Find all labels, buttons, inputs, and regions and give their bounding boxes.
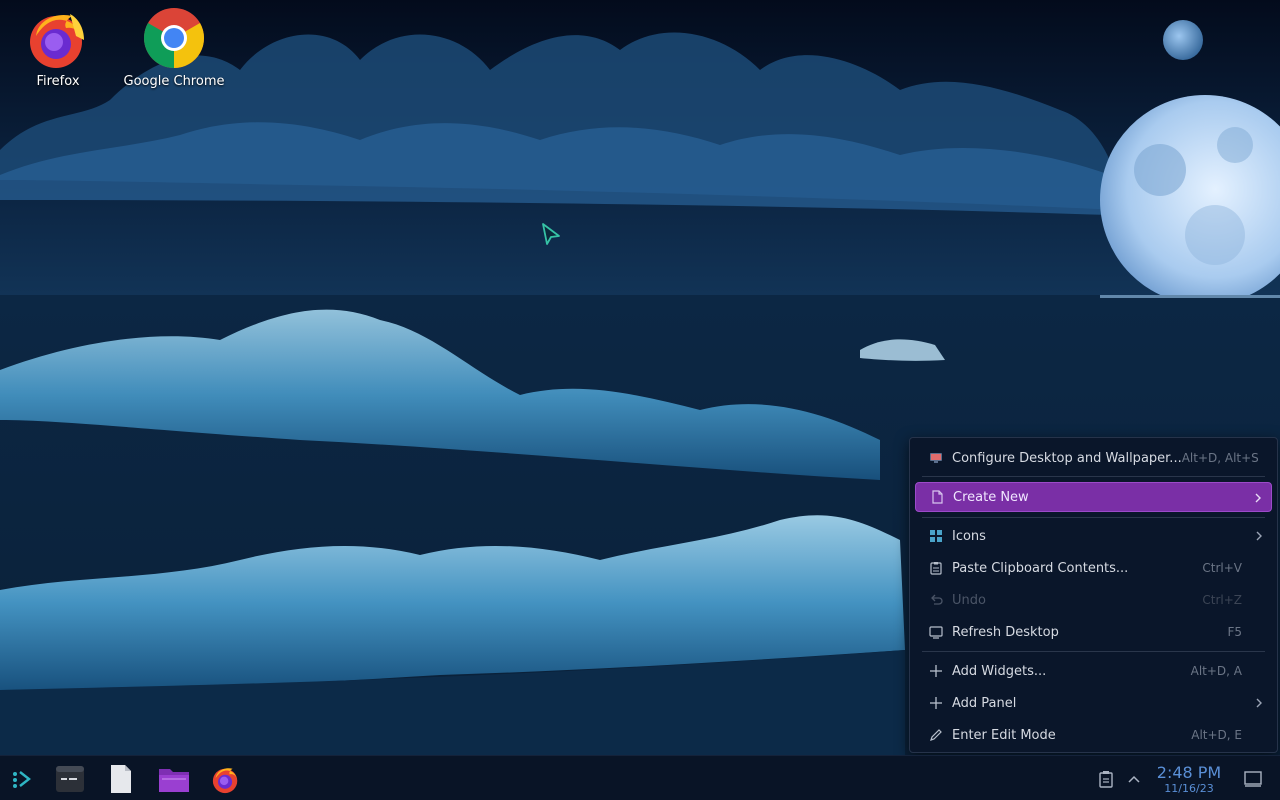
menu-item-shortcut: F5	[1227, 625, 1242, 639]
icons-grid-icon	[930, 530, 942, 542]
desktop-context-menu: Configure Desktop and Wallpaper... Alt+D…	[909, 437, 1278, 753]
chevron-right-icon	[1256, 698, 1262, 708]
mouse-pointer-icon	[542, 223, 560, 245]
text-editor-icon	[111, 765, 131, 793]
firefox-icon	[212, 768, 238, 794]
chevron-up-icon	[1128, 775, 1140, 783]
menu-item-label: Configure Desktop and Wallpaper...	[952, 450, 1182, 466]
application-launcher-button[interactable]	[4, 761, 40, 797]
plus-icon	[930, 697, 942, 709]
desktop-icon-firefox[interactable]: Firefox	[3, 6, 113, 89]
plus-icon	[930, 665, 942, 677]
clock-time: 2:48 PM	[1156, 763, 1222, 782]
taskbar-text-editor[interactable]	[103, 761, 139, 797]
taskbar-terminal[interactable]	[52, 761, 88, 797]
taskbar: 2:48 PM 11/16/23	[0, 755, 1280, 800]
tray-clipboard[interactable]	[1095, 768, 1117, 790]
desktop-icon-chrome[interactable]: Google Chrome	[119, 6, 229, 89]
menu-item-label: Enter Edit Mode	[952, 727, 1056, 743]
desktop-icon-label: Google Chrome	[123, 74, 225, 89]
menu-item-refresh-desktop[interactable]: Refresh Desktop F5	[915, 617, 1272, 647]
menu-item-add-widgets[interactable]: Add Widgets... Alt+D, A	[915, 656, 1272, 686]
menu-item-shortcut: Alt+D, A	[1190, 664, 1242, 678]
firefox-icon	[30, 14, 84, 68]
refresh-icon	[929, 626, 943, 639]
menu-separator	[922, 517, 1265, 518]
menu-separator	[922, 476, 1265, 477]
menu-item-shortcut: Alt+D, E	[1191, 728, 1242, 742]
menu-item-undo: Undo Ctrl+Z	[915, 585, 1272, 615]
menu-item-shortcut: Alt+D, Alt+S	[1181, 451, 1259, 465]
menu-item-label: Add Widgets...	[952, 663, 1047, 679]
clipboard-icon	[930, 562, 942, 575]
menu-item-shortcut: Ctrl+Z	[1202, 593, 1242, 607]
menu-separator	[922, 651, 1265, 652]
taskbar-firefox[interactable]	[208, 761, 244, 797]
taskbar-file-manager[interactable]	[156, 761, 192, 797]
configure-desktop-icon	[930, 453, 942, 463]
show-desktop-icon	[1244, 771, 1262, 787]
menu-item-paste-clipboard[interactable]: Paste Clipboard Contents... Ctrl+V	[915, 553, 1272, 583]
menu-item-enter-edit-mode[interactable]: Enter Edit Mode Alt+D, E	[915, 720, 1272, 750]
terminal-icon	[56, 766, 84, 792]
menu-item-shortcut: Ctrl+V	[1202, 561, 1242, 575]
menu-item-icons[interactable]: Icons	[915, 521, 1272, 551]
application-launcher-icon	[13, 771, 31, 788]
menu-item-label: Refresh Desktop	[952, 624, 1059, 640]
digital-clock[interactable]: 2:48 PM 11/16/23	[1150, 763, 1228, 796]
menu-item-label: Add Panel	[952, 695, 1017, 711]
menu-item-label: Create New	[953, 489, 1029, 505]
menu-item-create-new[interactable]: Create New	[915, 482, 1272, 512]
chevron-right-icon	[1255, 493, 1261, 503]
new-file-icon	[932, 490, 943, 504]
menu-item-label: Paste Clipboard Contents...	[952, 560, 1129, 576]
menu-item-label: Icons	[952, 528, 986, 544]
desktop-icon-label: Firefox	[36, 74, 80, 89]
chrome-icon	[143, 8, 205, 69]
undo-icon	[931, 594, 943, 605]
desktop[interactable]: Firefox Google Chrome Configure Desktop …	[0, 0, 1280, 800]
pencil-icon	[930, 729, 942, 741]
menu-item-label: Undo	[952, 592, 986, 608]
file-manager-icon	[159, 769, 189, 792]
chevron-right-icon	[1256, 531, 1262, 541]
tray-expand-button[interactable]	[1123, 768, 1145, 790]
clipboard-icon	[1099, 771, 1113, 788]
menu-item-configure-desktop[interactable]: Configure Desktop and Wallpaper... Alt+D…	[915, 443, 1272, 473]
menu-item-add-panel[interactable]: Add Panel	[915, 688, 1272, 718]
clock-date: 11/16/23	[1164, 782, 1214, 795]
show-desktop-button[interactable]	[1242, 768, 1264, 790]
